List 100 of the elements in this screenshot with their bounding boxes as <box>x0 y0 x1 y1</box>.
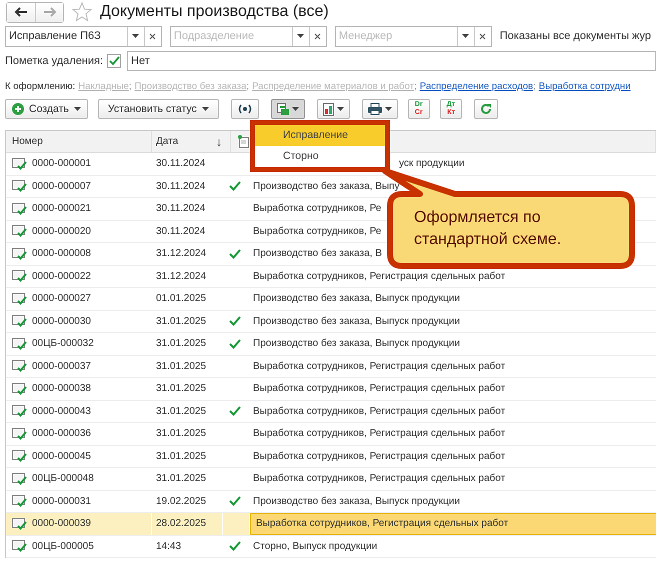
menu-item[interactable]: Сторно <box>255 146 385 167</box>
table-cell: 0000-000045 <box>32 450 91 462</box>
report-icon <box>322 102 334 116</box>
table-cell: 0000-000038 <box>32 383 91 394</box>
table-cell: 31.01.2025 <box>156 428 206 440</box>
caret-icon <box>336 107 344 111</box>
posted-document-icon <box>12 202 27 215</box>
posted-document-icon <box>12 428 27 440</box>
menu-item[interactable]: Исправление <box>255 125 385 146</box>
table-cell[interactable]: Сторно, Выпуск продукции <box>253 540 378 552</box>
posted-document-icon <box>12 270 27 282</box>
table-cell[interactable]: Производство без заказа, Выпу <box>253 180 400 192</box>
table-cell[interactable]: Выработка сотрудников, Регистрация сдельных работ <box>253 406 506 417</box>
table-cell[interactable]: Выработка сотрудников, Регистрация сдельных работ <box>253 383 506 394</box>
close-icon <box>149 32 156 40</box>
caret-icon <box>462 34 470 38</box>
posted-document-icon <box>12 248 27 260</box>
posted-document-icon <box>12 540 27 552</box>
table-cell[interactable]: Выработка сотрудников, Регистрация сдельных работ <box>253 450 506 462</box>
back-button[interactable] <box>7 2 35 22</box>
table-cell: 31.12.2024 <box>156 270 206 282</box>
table-cell: 30.11.2024 <box>156 180 206 192</box>
table-cell: 0000-000007 <box>32 180 91 192</box>
table-cell[interactable]: Производство без заказа, Выпуск продукции <box>253 338 460 350</box>
table-cell: 31.01.2025 <box>156 338 206 350</box>
column-header[interactable]: Дата ↓ <box>152 131 231 152</box>
posted-document-icon <box>12 472 27 485</box>
field-placeholder: Менеджер <box>338 30 394 42</box>
table-cell: 30.11.2024 <box>156 226 206 237</box>
plus-icon <box>12 103 24 115</box>
signal-icon <box>236 104 253 114</box>
deletion-label: Пометка удаления: <box>5 55 104 67</box>
caret-icon <box>132 34 140 38</box>
documents-icon <box>276 103 289 115</box>
posted-document-icon <box>12 315 27 328</box>
table-cell: 30.11.2024 <box>156 203 206 214</box>
filter-note: Показаны все документы жур <box>500 30 652 42</box>
table-cell: 31.01.2025 <box>156 450 206 462</box>
table-cell: 0000-000027 <box>32 293 91 304</box>
table-cell: 28.02.2025 <box>156 518 206 530</box>
caret-icon <box>202 107 209 111</box>
create-button[interactable]: Создать <box>5 99 88 119</box>
table-cell: 0000-000021 <box>32 203 91 214</box>
set-status-button[interactable]: Установить статус <box>98 99 219 119</box>
posted-document-icon <box>12 405 27 418</box>
table-cell[interactable]: Производство без заказа, Выпуск продукции <box>253 496 460 507</box>
table-cell: 0000-000031 <box>32 496 91 507</box>
posted-document-icon <box>12 225 27 238</box>
filter-field[interactable]: Исправление П6З <box>5 26 162 46</box>
table-cell: 0000-000036 <box>32 428 91 440</box>
link[interactable]: Выработка сотрудни <box>538 80 631 92</box>
table-cell: 31.01.2025 <box>156 316 206 327</box>
to-process-label: К оформлению: <box>5 80 76 92</box>
table-cell: 19.02.2025 <box>156 496 206 507</box>
table-cell: 00ЦБ-000048 <box>32 473 94 484</box>
table-cell: 01.01.2025 <box>156 293 206 304</box>
separator: ; <box>128 80 132 92</box>
close-icon <box>479 32 486 40</box>
input-field[interactable]: Нет <box>127 51 656 71</box>
table-cell[interactable]: Выработка сотрудников, Регистрация сдельных работ <box>253 360 506 372</box>
table-cell: 14:43 <box>156 540 182 552</box>
field-placeholder: Подразделение <box>172 30 256 42</box>
separator: ; <box>414 80 417 92</box>
table-cell: 0000-000020 <box>32 226 91 237</box>
close-icon <box>314 32 322 40</box>
table-cell[interactable]: Выработка сотрудников, Регистрация сдельных работ <box>253 473 506 484</box>
posted-document-icon <box>12 382 27 395</box>
posted-document-icon <box>12 518 27 530</box>
refresh-button[interactable] <box>474 99 498 119</box>
table-cell[interactable]: Выработка сотрудников, Регистрация сдельных работ <box>253 428 506 440</box>
caret-icon <box>297 34 304 38</box>
table-cell: 0000-000039 <box>32 518 91 530</box>
create-based-button[interactable] <box>270 99 305 119</box>
callout-text: Оформляется по стандартной схеме. <box>414 208 562 250</box>
table-cell[interactable]: Производство без заказа, Выпуск продукции <box>253 316 460 327</box>
exchange-button[interactable] <box>230 99 259 119</box>
print-button[interactable] <box>362 99 398 119</box>
star-icon[interactable] <box>72 2 92 22</box>
table-cell[interactable]: Производство без заказа, В <box>253 248 382 260</box>
table-cell: 31.01.2025 <box>156 473 206 484</box>
refresh-icon <box>480 103 492 115</box>
caret-icon <box>292 107 299 111</box>
table-cell: 31.12.2024 <box>156 248 206 260</box>
table-cell[interactable]: Выработка сотрудников, Ре <box>253 203 382 214</box>
table-cell: 31.01.2025 <box>156 383 206 394</box>
column-header[interactable]: Номер <box>6 131 152 152</box>
link[interactable]: Распределение расходов <box>420 80 534 92</box>
table-cell: 0000-000043 <box>32 406 91 417</box>
posted-document-icon <box>12 450 27 462</box>
report-button[interactable] <box>316 99 350 119</box>
table-cell[interactable]: Производство без заказа, Выпуск продукции <box>253 293 460 304</box>
posted-document-icon <box>12 495 27 508</box>
table-cell: 31.01.2025 <box>156 360 206 372</box>
table-cell[interactable]: Выработка сотрудников, Ре <box>253 226 382 237</box>
caret-icon <box>74 107 81 111</box>
posted-document-icon <box>12 180 27 192</box>
table-cell[interactable]: Выработка сотрудников, Регистрация сдельных работ <box>253 270 506 282</box>
posted-document-icon <box>12 292 27 305</box>
table-cell: 00ЦБ-000032 <box>32 338 94 350</box>
checkbox[interactable] <box>107 54 122 68</box>
